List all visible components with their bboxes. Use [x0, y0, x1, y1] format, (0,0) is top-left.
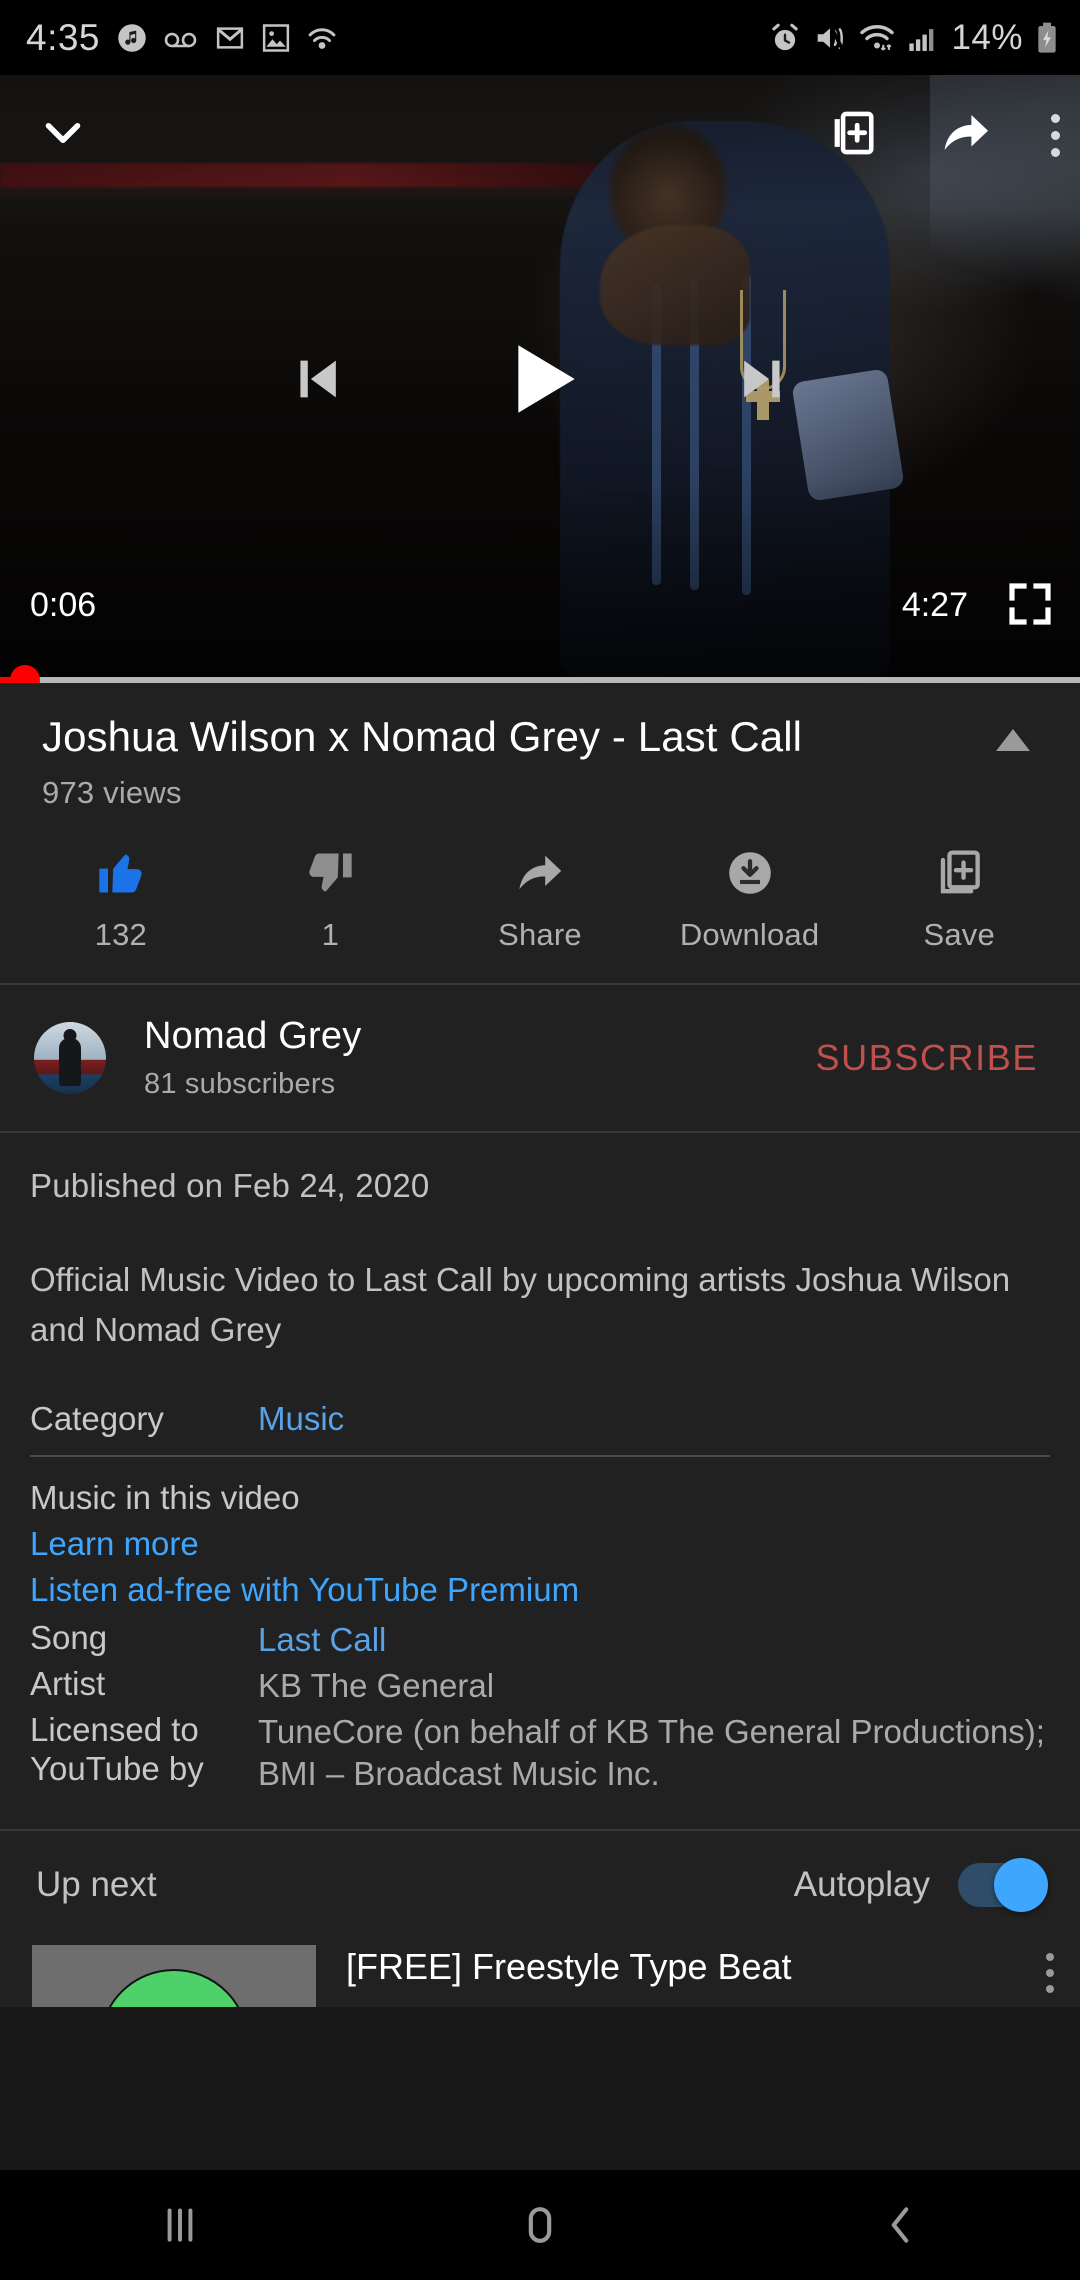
status-bar-right: 14%	[769, 18, 1058, 58]
youtube-premium-link[interactable]: Listen ad-free with YouTube Premium	[30, 1571, 1050, 1609]
song-label: Song	[30, 1618, 108, 1656]
screenshot-image-icon	[262, 23, 290, 53]
toggle-knob	[994, 1858, 1048, 1913]
vibrate-mute-icon	[814, 24, 846, 52]
music-row-song: Song Last Call	[30, 1619, 1050, 1661]
description-section: Published on Feb 24, 2020 Official Music…	[0, 1133, 1080, 1355]
music-metadata-table: Song Last Call Artist KB The General Lic…	[30, 1619, 1050, 1796]
music-note-icon	[117, 23, 147, 53]
dislike-count: 1	[321, 917, 340, 953]
video-player[interactable]: 0:06 4:27	[0, 75, 1080, 683]
skip-next-icon[interactable]	[730, 345, 798, 413]
avatar[interactable]	[34, 1022, 106, 1095]
suggested-video-title: [FREE] Freestyle Type Beat	[346, 1946, 792, 1988]
page-title: Joshua Wilson x Nomad Grey - Last Call	[42, 713, 803, 760]
learn-more-link[interactable]: Learn more	[30, 1525, 1050, 1563]
publish-date: Published on Feb 24, 2020	[30, 1167, 430, 1205]
progress-scrubber-handle[interactable]	[9, 665, 40, 683]
share-arrow-icon	[514, 845, 566, 901]
autoplay-control: Autoplay	[793, 1858, 1048, 1913]
song-value[interactable]: Last Call	[258, 1619, 1050, 1661]
thumbs-up-icon	[95, 845, 147, 901]
up-next-label: Up next	[36, 1865, 157, 1905]
caret-up-icon[interactable]	[996, 729, 1030, 756]
category-table: Category Music	[0, 1400, 1080, 1457]
download-button[interactable]: Download	[665, 845, 835, 953]
divider	[30, 1454, 1050, 1457]
like-count: 132	[94, 917, 147, 953]
channel-row[interactable]: Nomad Grey 81 subscribers SUBSCRIBE	[0, 985, 1080, 1131]
android-navigation-bar	[0, 2170, 1080, 2280]
subscriber-count: 81 subscribers	[144, 1068, 336, 1101]
back-icon[interactable]	[800, 2200, 1000, 2250]
category-label: Category	[30, 1399, 164, 1437]
wifi-icon	[859, 23, 895, 53]
category-row: Category Music	[30, 1400, 1050, 1439]
battery-charging-icon	[1036, 22, 1058, 54]
video-thumbnail[interactable]	[32, 1945, 316, 2008]
list-item[interactable]: [FREE] Freestyle Type Beat	[0, 1939, 1080, 2008]
alarm-icon	[769, 22, 801, 54]
android-auto-icon	[307, 24, 337, 52]
video-details-panel: Joshua Wilson x Nomad Grey - Last Call 9…	[0, 683, 1080, 2008]
subscribe-button[interactable]: SUBSCRIBE	[816, 1037, 1038, 1079]
view-count: 973 views	[42, 775, 182, 811]
android-status-bar: 4:35 14%	[0, 0, 1080, 75]
dislike-button[interactable]: 1	[245, 845, 415, 953]
status-bar-clock: 4:35	[26, 16, 101, 58]
status-bar-left: 4:35	[26, 17, 337, 59]
skip-previous-icon[interactable]	[282, 345, 350, 413]
voicemail-icon	[164, 27, 198, 49]
youtube-video-page: 4:35 14% 0:06 4:27 Joshua Wilson x Nomad…	[0, 0, 1080, 2280]
download-icon	[724, 845, 776, 901]
up-next-header: Up next Autoplay	[0, 1831, 1080, 1939]
music-row-license: Licensed to YouTube by TuneCore (on beha…	[30, 1711, 1050, 1795]
cellular-signal-icon	[908, 23, 938, 53]
save-to-playlist-icon	[933, 845, 985, 901]
licensed-to-value: TuneCore (on behalf of KB The General Pr…	[258, 1713, 1045, 1793]
battery-percent-label: 14%	[951, 17, 1023, 57]
fullscreen-icon[interactable]	[1006, 580, 1054, 633]
artist-label: Artist	[30, 1664, 106, 1702]
music-section-header: Music in this video	[30, 1478, 300, 1516]
save-label: Save	[923, 917, 995, 953]
autoplay-label: Autoplay	[793, 1865, 930, 1905]
autoplay-toggle[interactable]	[958, 1858, 1048, 1913]
licensed-to-label: Licensed to YouTube by	[30, 1711, 204, 1787]
share-label: Share	[498, 917, 582, 953]
share-button[interactable]: Share	[455, 845, 625, 953]
channel-info: Nomad Grey 81 subscribers	[144, 1015, 816, 1101]
duration-label: 4:27	[901, 586, 968, 624]
current-time-label: 0:06	[30, 586, 97, 624]
recents-icon[interactable]	[80, 2200, 280, 2250]
play-icon[interactable]	[488, 327, 592, 431]
channel-name: Nomad Grey	[144, 1015, 362, 1058]
save-button[interactable]: Save	[874, 845, 1044, 953]
gmail-icon	[215, 23, 245, 53]
more-vertical-icon[interactable]	[1046, 1953, 1054, 1994]
like-button[interactable]: 132	[36, 845, 206, 953]
thumbs-down-icon	[304, 845, 356, 901]
artist-value: KB The General	[258, 1666, 495, 1704]
download-label: Download	[679, 917, 820, 953]
video-title-row[interactable]: Joshua Wilson x Nomad Grey - Last Call	[0, 683, 1080, 761]
video-action-bar: 132 1 Share Download Save	[0, 811, 1080, 983]
description-text: Official Music Video to Last Call by upc…	[30, 1261, 1011, 1349]
music-in-video-section: Music in this video Learn more Listen ad…	[0, 1479, 1080, 1796]
home-icon[interactable]	[440, 2200, 640, 2250]
category-value[interactable]: Music	[258, 1400, 1050, 1439]
music-row-artist: Artist KB The General	[30, 1665, 1050, 1707]
player-bottom-bar: 0:06 4:27	[0, 553, 1080, 683]
